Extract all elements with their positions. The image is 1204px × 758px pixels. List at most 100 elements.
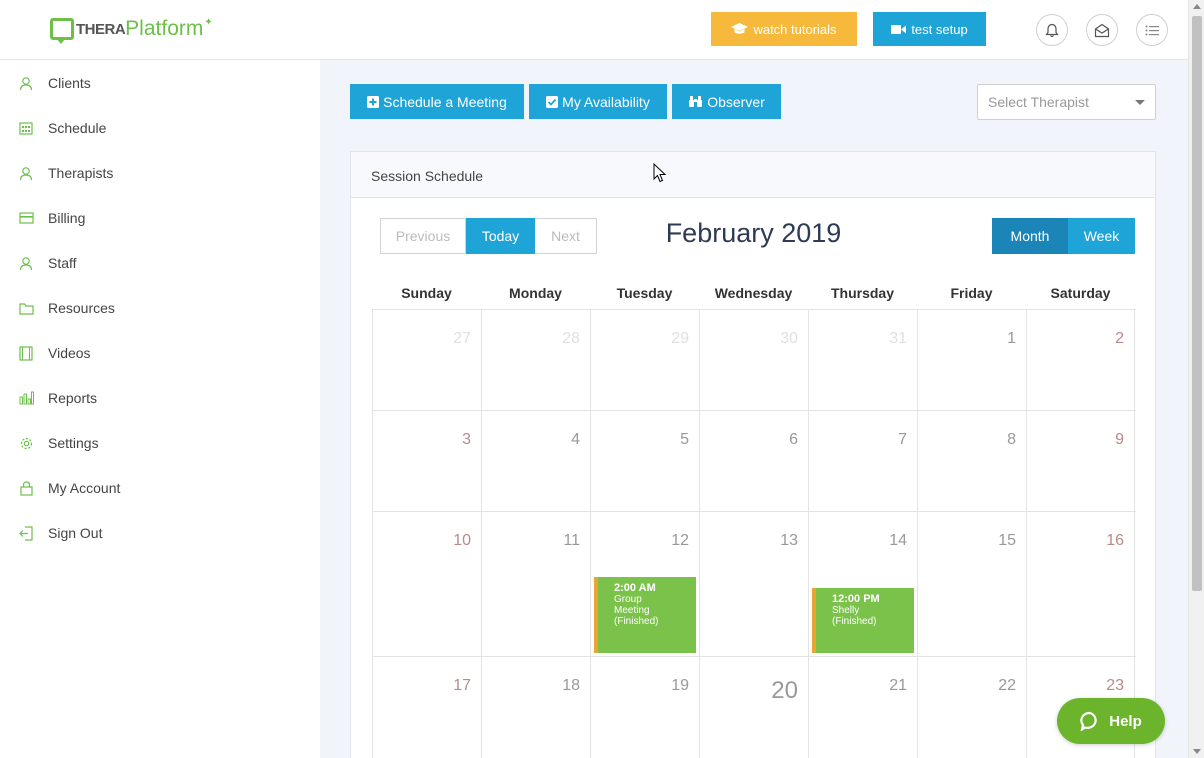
calendar-day[interactable]: 15 (917, 512, 1026, 656)
calendar-day[interactable]: 2 (1026, 310, 1135, 410)
watch-tutorials-button[interactable]: watch tutorials (711, 12, 857, 46)
calendar-day[interactable]: 1 (917, 310, 1026, 410)
sidebar-item-label: Staff (48, 255, 77, 271)
select-therapist-dropdown[interactable]: Select Therapist (977, 84, 1156, 120)
film-icon (18, 345, 34, 361)
sidebar-item-label: Clients (48, 75, 91, 91)
today-button[interactable]: Today (466, 218, 535, 254)
sidebar-item-schedule[interactable]: Schedule (18, 116, 106, 140)
day-number: 23 (1106, 677, 1124, 694)
week-view-button[interactable]: Week (1068, 218, 1135, 254)
graduation-cap-icon (731, 23, 749, 34)
menu-button[interactable] (1136, 14, 1168, 46)
calendar-week: 17 18 19 20 21 22 23 (372, 656, 1136, 758)
sidebar-item-label: My Account (48, 480, 121, 496)
users-icon (18, 165, 34, 181)
sidebar-item-my-account[interactable]: My Account (18, 476, 120, 500)
my-availability-label: My Availability (562, 93, 650, 110)
day-number: 6 (789, 431, 798, 448)
calendar-day[interactable]: 13 (699, 512, 808, 656)
my-availability-button[interactable]: My Availability (529, 84, 667, 119)
calendar-day[interactable]: 17 (372, 657, 481, 758)
event-status: (Finished) (614, 616, 659, 627)
list-icon (1145, 25, 1159, 35)
event-shelly[interactable]: 12:00 PM Shelly (Finished) (812, 588, 914, 653)
day-number: 27 (453, 330, 471, 347)
calendar-day[interactable]: 29 (590, 310, 699, 410)
calendar-day[interactable]: 31 (808, 310, 917, 410)
view-switcher: Month Week (992, 218, 1135, 254)
day-number: 13 (780, 532, 798, 549)
sidebar: Clients Schedule Therapists Billing Staf… (0, 60, 320, 758)
sidebar-item-settings[interactable]: Settings (18, 431, 99, 455)
sidebar-item-staff[interactable]: Staff (18, 251, 77, 275)
calendar-day[interactable]: 14 12:00 PM Shelly (Finished) (808, 512, 917, 656)
sidebar-item-label: Therapists (48, 165, 114, 181)
calendar-week: 10 11 12 2:00 AM Group Meeting (Finished… (372, 511, 1136, 656)
previous-button[interactable]: Previous (380, 218, 466, 254)
sidebar-item-therapists[interactable]: Therapists (18, 161, 113, 185)
logo[interactable]: THERA Platform ✦ (50, 17, 213, 44)
day-number: 28 (562, 330, 580, 347)
sidebar-item-sign-out[interactable]: Sign Out (18, 521, 102, 545)
calendar-day[interactable]: 9 (1026, 411, 1135, 511)
calendar-day[interactable]: 16 (1026, 512, 1135, 656)
day-of-week-header: Wednesday (714, 285, 793, 301)
sidebar-item-reports[interactable]: Reports (18, 386, 97, 410)
day-number: 30 (780, 330, 798, 347)
event-title-line: Group (614, 594, 642, 605)
scroll-thumb[interactable] (1192, 16, 1202, 591)
calendar-day-today[interactable]: 20 (699, 657, 808, 758)
notifications-button[interactable] (1036, 14, 1068, 46)
day-number: 20 (771, 677, 798, 704)
sign-out-icon (18, 525, 34, 541)
calendar-day[interactable]: 28 (481, 310, 590, 410)
page-scrollbar[interactable] (1188, 0, 1204, 758)
sidebar-item-label: Reports (48, 390, 98, 406)
calendar-day[interactable]: 7 (808, 411, 917, 511)
help-button[interactable]: Help (1057, 698, 1165, 744)
schedule-meeting-label: Schedule a Meeting (383, 93, 507, 110)
day-number: 18 (562, 677, 580, 694)
sidebar-item-resources[interactable]: Resources (18, 296, 115, 320)
sidebar-item-clients[interactable]: Clients (18, 71, 91, 95)
calendar-day[interactable]: 22 (917, 657, 1026, 758)
top-bar: THERA Platform ✦ watch tutorials test se… (0, 0, 1188, 60)
day-number: 15 (998, 532, 1016, 549)
day-number: 29 (671, 330, 689, 347)
calendar-day[interactable]: 6 (699, 411, 808, 511)
calendar-day[interactable]: 8 (917, 411, 1026, 511)
sidebar-item-videos[interactable]: Videos (18, 341, 91, 365)
event-status: (Finished) (832, 616, 877, 627)
event-time: 2:00 AM (614, 582, 656, 594)
calendar-day[interactable]: 21 (808, 657, 917, 758)
folder-icon (18, 300, 34, 316)
schedule-meeting-button[interactable]: Schedule a Meeting (350, 84, 524, 119)
calendar-day[interactable]: 19 (590, 657, 699, 758)
calendar-day[interactable]: 10 (372, 512, 481, 656)
panel-header: Session Schedule (351, 152, 1155, 198)
event-group-meeting[interactable]: 2:00 AM Group Meeting (Finished) (594, 577, 696, 653)
sidebar-item-label: Settings (48, 435, 99, 451)
test-setup-button[interactable]: test setup (873, 12, 986, 46)
calendar-day[interactable]: 4 (481, 411, 590, 511)
video-camera-icon (891, 24, 907, 34)
messages-button[interactable] (1086, 14, 1118, 46)
calendar-day[interactable]: 11 (481, 512, 590, 656)
scroll-up-arrow-icon[interactable] (1193, 4, 1201, 9)
calendar-day[interactable]: 27 (372, 310, 481, 410)
calendar-day[interactable]: 3 (372, 411, 481, 511)
gear-icon (18, 435, 34, 451)
calendar-day[interactable]: 18 (481, 657, 590, 758)
calendar-day[interactable]: 30 (699, 310, 808, 410)
calendar-day[interactable]: 5 (590, 411, 699, 511)
month-view-button[interactable]: Month (992, 218, 1068, 254)
event-time: 12:00 PM (832, 593, 880, 605)
observer-button[interactable]: Observer (672, 84, 781, 119)
check-square-icon (546, 95, 559, 108)
sidebar-item-billing[interactable]: Billing (18, 206, 85, 230)
calendar-day[interactable]: 12 2:00 AM Group Meeting (Finished) (590, 512, 699, 656)
scroll-down-arrow-icon[interactable] (1193, 749, 1201, 754)
next-button[interactable]: Next (535, 218, 597, 254)
calendar-icon (18, 120, 34, 136)
